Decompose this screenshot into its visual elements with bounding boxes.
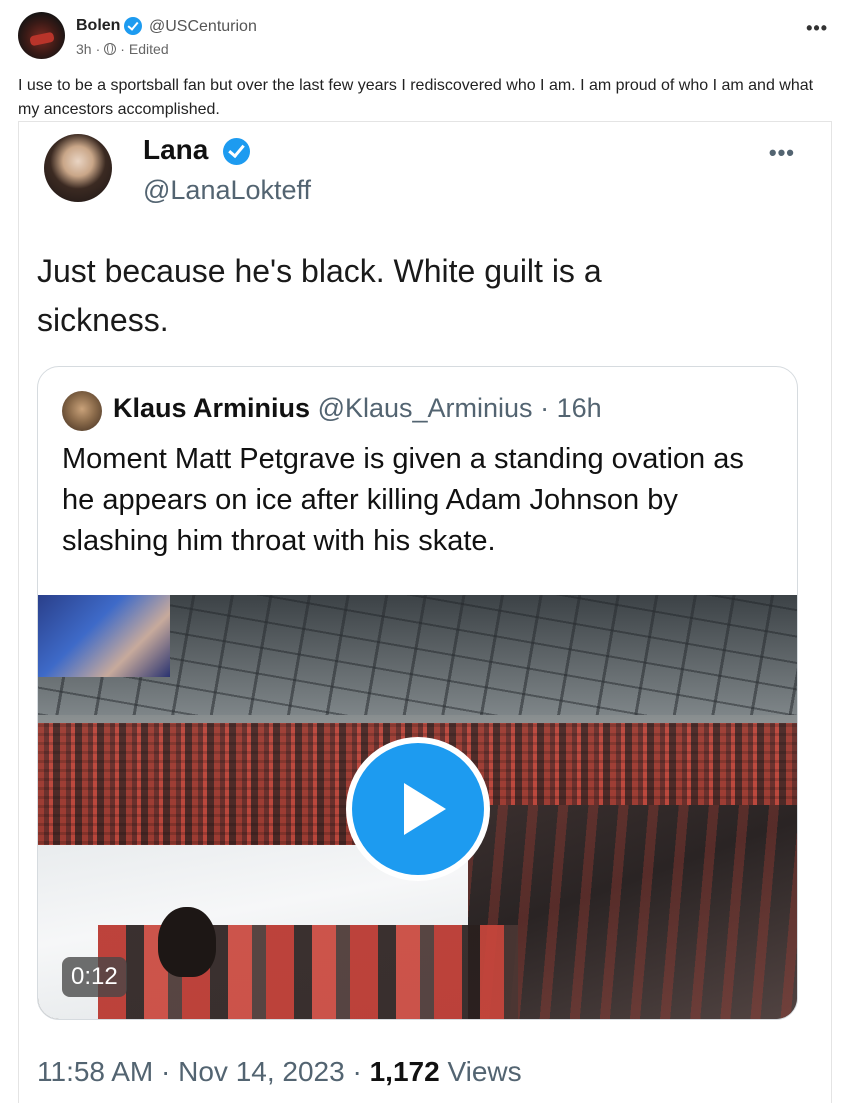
separator-dot: · bbox=[95, 41, 101, 57]
author-avatar[interactable] bbox=[18, 12, 65, 59]
tweet-author-avatar bbox=[44, 134, 112, 202]
globe-icon bbox=[104, 43, 117, 55]
quoted-author-handle: @Klaus_Arminius bbox=[317, 393, 533, 423]
tweet-footer: 11:58 AM · Nov 14, 2023 · 1,172 Views bbox=[37, 1056, 522, 1088]
separator-dot: · bbox=[161, 1056, 179, 1087]
separator-dot: · bbox=[120, 41, 125, 57]
verified-badge-icon bbox=[124, 17, 142, 35]
spectator-head bbox=[158, 907, 216, 977]
views-label: Views bbox=[447, 1056, 522, 1087]
separator-dot: · bbox=[540, 393, 550, 423]
tweet-author-name: Lana bbox=[143, 134, 209, 165]
post-header: Bolen @USCenturion 3h · · Edited ••• bbox=[18, 12, 828, 62]
play-triangle bbox=[352, 743, 484, 875]
tweet-more-icon: ••• bbox=[768, 140, 795, 165]
tweet-time: 11:58 AM bbox=[37, 1056, 154, 1087]
author-handle[interactable]: @USCenturion bbox=[149, 18, 257, 36]
more-options-icon[interactable]: ••• bbox=[806, 18, 828, 39]
video-thumbnail: 0:12 bbox=[38, 595, 797, 1019]
video-duration: 0:12 bbox=[62, 957, 127, 997]
post-meta: 3h · · Edited bbox=[76, 41, 169, 57]
separator-dot: · bbox=[352, 1056, 370, 1087]
author-name[interactable]: Bolen bbox=[76, 17, 120, 35]
tweet-date: Nov 14, 2023 bbox=[178, 1056, 345, 1087]
avatar-figure bbox=[29, 31, 55, 47]
quoted-author-name: Klaus Arminius bbox=[113, 393, 311, 423]
embedded-tweet-image[interactable]: Lana @LanaLokteff ••• Just because he's … bbox=[18, 121, 832, 1103]
post-body: I use to be a sportsball fan but over th… bbox=[18, 77, 814, 118]
tweet-author-handle: @LanaLokteff bbox=[143, 175, 312, 205]
edited-label[interactable]: Edited bbox=[129, 41, 169, 57]
quoted-tweet-header: Klaus Arminius @Klaus_Arminius · 16h bbox=[113, 393, 602, 424]
quoted-tweet: Klaus Arminius @Klaus_Arminius · 16h Mom… bbox=[37, 366, 798, 1020]
views-count: 1,172 bbox=[369, 1056, 440, 1087]
post-time[interactable]: 3h bbox=[76, 41, 92, 57]
tweet-text: Just because he's black. White guilt is … bbox=[37, 253, 602, 338]
jumbotron bbox=[38, 595, 170, 677]
verified-badge-icon bbox=[223, 138, 250, 165]
play-button-icon bbox=[346, 737, 490, 881]
quoted-author-avatar bbox=[62, 391, 102, 431]
quoted-tweet-age: 16h bbox=[556, 393, 602, 423]
quoted-tweet-text: Moment Matt Petgrave is given a standing… bbox=[62, 443, 744, 557]
